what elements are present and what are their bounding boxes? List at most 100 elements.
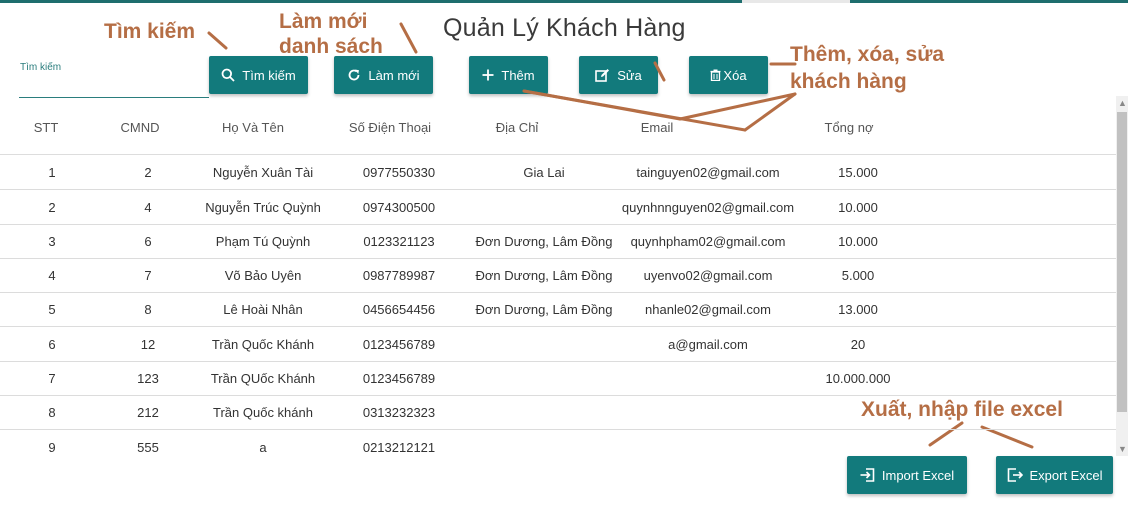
cell-phone: 0213212121	[362, 440, 436, 455]
plus-icon	[482, 69, 494, 81]
delete-button-label: Xóa	[723, 67, 747, 83]
table-row[interactable]: 7 123 Trần QUốc Khánh 0123456789 10.000.…	[0, 361, 1116, 396]
table-row[interactable]: 4 7 Võ Bảo Uyên 0987789987 Đơn Dương, Lâ…	[0, 258, 1116, 293]
table-scrollbar[interactable]: ▲ ▼	[1116, 96, 1128, 456]
cell-cmnd: 12	[140, 337, 156, 352]
table-row[interactable]: 8 212 Trần Quốc khánh 0313232323	[0, 395, 1116, 430]
refresh-button-label: Làm mới	[368, 67, 420, 83]
cell-name: Nguyễn Trúc Quỳnh	[205, 200, 321, 215]
cell-phone: 0123456789	[362, 337, 436, 352]
refresh-button[interactable]: Làm mới	[334, 56, 433, 94]
column-header-email: Email	[640, 120, 674, 135]
search-button[interactable]: Tìm kiếm	[209, 56, 308, 94]
search-field[interactable]: Tìm kiếm	[19, 60, 209, 98]
cell-stt: 3	[48, 234, 56, 249]
export-excel-button[interactable]: Export Excel	[996, 456, 1113, 494]
edit-button-label: Sửa	[617, 67, 642, 83]
export-excel-label: Export Excel	[1029, 467, 1103, 483]
cell-debt: 13.000	[838, 302, 878, 317]
add-button[interactable]: Thêm	[469, 56, 548, 94]
cell-debt: 15.000	[838, 165, 878, 180]
column-header-phone: Số Điện Thoại	[348, 120, 432, 135]
cell-name: Trần Quốc khánh	[213, 405, 313, 420]
annotation-crud-line1: Thêm, xóa, sửa	[790, 43, 945, 66]
cell-phone: 0313232323	[362, 405, 436, 420]
table-row[interactable]: 5 8 Lê Hoài Nhân 0456654456 Đơn Dương, L…	[0, 292, 1116, 327]
cell-cmnd: 7	[144, 268, 152, 283]
cell-cmnd: 8	[144, 302, 152, 317]
annotation-refresh-line2: danh sách	[279, 35, 383, 58]
export-icon	[1007, 468, 1023, 482]
cell-cmnd: 123	[137, 371, 159, 386]
cell-name: Phạm Tú Quỳnh	[215, 234, 311, 249]
cell-address: Đơn Dương, Lâm Đồng	[475, 302, 613, 317]
delete-button[interactable]: Xóa	[689, 56, 768, 94]
table-row[interactable]: 3 6 Phạm Tú Quỳnh 0123321123 Đơn Dương, …	[0, 224, 1116, 259]
import-icon	[860, 468, 875, 482]
cell-address: Đơn Dương, Lâm Đồng	[475, 268, 613, 283]
add-button-label: Thêm	[501, 67, 535, 83]
cell-email: tainguyen02@gmail.com	[636, 165, 780, 180]
table-row[interactable]: 6 12 Trần Quốc Khánh 0123456789 a@gmail.…	[0, 327, 1116, 362]
edit-button[interactable]: Sửa	[579, 56, 658, 94]
top-accent-gap	[742, 0, 850, 3]
cell-stt: 4	[48, 268, 56, 283]
cell-debt: 10.000	[838, 234, 878, 249]
cell-name: Trần Quốc Khánh	[211, 337, 315, 352]
cell-phone: 0974300500	[362, 200, 436, 215]
annotation-crud-line2: khách hàng	[790, 70, 907, 93]
cell-phone: 0123321123	[363, 234, 435, 249]
cell-email: quynhnnguyen02@gmail.com	[621, 200, 795, 215]
cell-debt: 5.000	[841, 268, 875, 283]
cell-phone: 0123456789	[362, 371, 436, 386]
cell-name: Lê Hoài Nhân	[223, 302, 303, 317]
cell-email: nhanle02@gmail.com	[645, 302, 771, 317]
cell-cmnd: 555	[137, 440, 159, 455]
search-input[interactable]	[19, 76, 209, 96]
trash-icon	[710, 69, 721, 81]
column-header-cmnd: CMND	[120, 120, 160, 135]
column-header-name: Họ Và Tên	[222, 120, 284, 135]
edit-icon	[595, 68, 610, 83]
cell-name: Trần QUốc Khánh	[210, 371, 316, 386]
top-accent-bar	[0, 0, 1128, 3]
cell-stt: 2	[48, 200, 56, 215]
scroll-down-icon[interactable]: ▼	[1118, 444, 1127, 454]
cell-phone: 0977550330	[362, 165, 436, 180]
import-excel-button[interactable]: Import Excel	[847, 456, 967, 494]
search-field-label: Tìm kiếm	[20, 62, 62, 73]
page-title: Quản Lý Khách Hàng	[443, 14, 686, 42]
cell-stt: 6	[48, 337, 56, 352]
table-row[interactable]: 2 4 Nguyễn Trúc Quỳnh 0974300500 quynhnn…	[0, 190, 1116, 225]
annotation-search: Tìm kiếm	[104, 20, 196, 43]
cell-email: uyenvo02@gmail.com	[643, 268, 773, 283]
table-row[interactable]: 1 2 Nguyễn Xuân Tài 0977550330 Gia Lai t…	[0, 155, 1116, 190]
cell-cmnd: 6	[144, 234, 152, 249]
cell-cmnd: 212	[137, 405, 159, 420]
import-excel-label: Import Excel	[881, 467, 955, 483]
cell-stt: 5	[48, 302, 56, 317]
cell-phone: 0987789987	[362, 268, 436, 283]
search-icon	[221, 68, 235, 82]
cell-name: a	[259, 440, 267, 455]
annotation-refresh-line1: Làm mới	[279, 10, 368, 33]
cell-debt: 10.000	[838, 200, 878, 215]
cell-stt: 7	[48, 371, 56, 386]
scroll-up-icon[interactable]: ▲	[1118, 98, 1127, 108]
scrollbar-thumb[interactable]	[1117, 112, 1127, 412]
table-header: STT CMND Họ Và Tên Số Điện Thoại Địa Chỉ…	[0, 110, 1116, 155]
cell-address: Đơn Dương, Lâm Đồng	[475, 234, 613, 249]
column-header-stt: STT	[33, 120, 59, 135]
search-button-label: Tìm kiếm	[242, 67, 296, 83]
refresh-icon	[347, 68, 361, 82]
cell-name: Nguyễn Xuân Tài	[212, 165, 314, 180]
column-header-debt: Tổng nợ	[824, 120, 874, 135]
cell-cmnd: 4	[144, 200, 152, 215]
cell-email: a@gmail.com	[668, 337, 748, 352]
cell-address: Gia Lai	[523, 165, 565, 180]
cell-stt: 8	[48, 405, 56, 420]
cell-phone: 0456654456	[362, 302, 436, 317]
cell-stt: 1	[48, 165, 56, 180]
cell-debt: 20	[850, 337, 866, 352]
column-header-address: Địa Chỉ	[495, 120, 539, 135]
